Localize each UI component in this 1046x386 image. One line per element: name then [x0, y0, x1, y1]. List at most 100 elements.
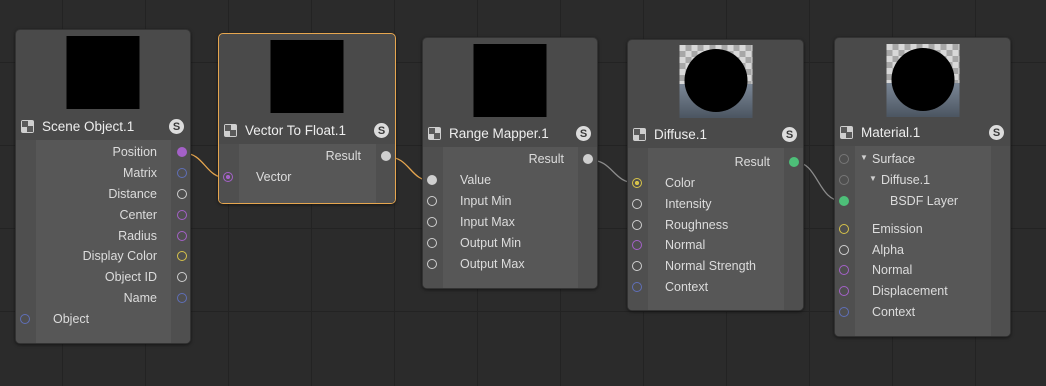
input-port-float[interactable]: [632, 220, 642, 230]
output-port-closure[interactable]: [789, 157, 799, 167]
tree-row-surface[interactable]: ▼ Surface: [835, 150, 1010, 170]
input-port-context[interactable]: [839, 307, 849, 317]
input-row-intensity: Intensity: [628, 195, 803, 215]
input-port-vector[interactable]: [632, 240, 642, 250]
input-port-color[interactable]: [839, 224, 849, 234]
tree-row-diffuse[interactable]: ▼ Diffuse.1: [835, 171, 1010, 191]
output-port-float[interactable]: [177, 189, 187, 199]
output-row-display-color: Display Color: [16, 247, 190, 267]
solo-badge-icon[interactable]: S: [576, 126, 591, 141]
port-label: Intensity: [665, 197, 712, 211]
node-type-icon: [224, 123, 237, 137]
input-port-color[interactable]: [632, 178, 642, 188]
port-label: Normal Strength: [665, 259, 757, 273]
input-port-float[interactable]: [427, 238, 437, 248]
port-label: Object: [53, 312, 90, 326]
node-body: ▼ Surface ▼ Diffuse.1 BSDF Layer Emissio…: [835, 146, 1010, 336]
preview-thumbnail: [66, 36, 140, 109]
output-port-float[interactable]: [381, 151, 391, 161]
node-body: Result Vector: [219, 144, 395, 203]
port-label: Name: [123, 291, 157, 305]
node-title: Material.1: [861, 124, 921, 140]
node-header[interactable]: Scene Object.1 S: [16, 116, 190, 136]
port-label: Result: [325, 149, 361, 163]
port-label: Context: [872, 305, 916, 319]
output-port-vector[interactable]: [177, 147, 187, 157]
input-row-roughness: Roughness: [628, 216, 803, 236]
port-label: Output Min: [460, 236, 522, 250]
input-port-float[interactable]: [427, 217, 437, 227]
input-row-input-max: Input Max: [423, 213, 597, 233]
node-header[interactable]: Material.1 S: [835, 122, 1010, 142]
node-header[interactable]: Diffuse.1 S: [628, 124, 803, 144]
port-label: Emission: [872, 222, 923, 236]
input-port-float[interactable]: [427, 196, 437, 206]
input-row-alpha: Alpha: [835, 241, 1010, 261]
preview-thumbnail: [886, 44, 959, 117]
node-body: Position Matrix Distance Center Radius D…: [16, 140, 190, 343]
input-port-float[interactable]: [632, 199, 642, 209]
output-port-matrix[interactable]: [177, 168, 187, 178]
node-type-icon: [840, 125, 853, 139]
node-scene-object[interactable]: Scene Object.1 S Position Matrix Distanc…: [15, 29, 191, 344]
port-label: Distance: [108, 187, 157, 201]
chevron-down-icon[interactable]: ▼: [869, 174, 877, 183]
tree-row-bsdf-layer[interactable]: BSDF Layer: [835, 192, 1010, 212]
node-vector-to-float[interactable]: Vector To Float.1 S Result Vector: [218, 33, 396, 204]
input-row-context: Context: [835, 303, 1010, 323]
input-row-object: Object: [16, 310, 190, 330]
input-port-context[interactable]: [632, 282, 642, 292]
port-label: Displacement: [872, 284, 948, 298]
port-label: Center: [119, 208, 157, 222]
input-port-object[interactable]: [20, 314, 30, 324]
node-body: Result Value Input Min Input Max Output …: [423, 147, 597, 288]
port-label: Roughness: [665, 218, 729, 232]
port-label: Context: [665, 280, 709, 294]
node-range-mapper[interactable]: Range Mapper.1 S Result Value Input Min …: [422, 37, 598, 289]
node-material[interactable]: Material.1 S ▼ Surface ▼ Diffuse.1 BSDF …: [834, 37, 1011, 337]
output-port-matrix[interactable]: [177, 293, 187, 303]
preview-sphere: [684, 49, 747, 112]
solo-badge-icon[interactable]: S: [374, 123, 389, 138]
node-type-icon: [633, 127, 646, 141]
input-port-float[interactable]: [839, 245, 849, 255]
preview-thumbnail: [679, 45, 752, 118]
input-row-vector: Vector: [219, 168, 395, 188]
output-row-result: Result: [423, 150, 597, 170]
output-row-position: Position: [16, 143, 190, 163]
output-row-result: Result: [219, 147, 395, 167]
node-header[interactable]: Range Mapper.1 S: [423, 123, 597, 143]
port-label: Display Color: [82, 249, 157, 263]
input-port-closure[interactable]: [839, 154, 849, 164]
preview-thumbnail: [270, 40, 344, 113]
input-port-float[interactable]: [632, 261, 642, 271]
solo-badge-icon[interactable]: S: [169, 119, 184, 134]
input-port-vector[interactable]: [839, 265, 849, 275]
input-row-color: Color: [628, 174, 803, 194]
node-diffuse[interactable]: Diffuse.1 S Result Color Intensity Rough…: [627, 39, 804, 311]
port-label: Output Max: [460, 257, 525, 271]
output-port-float[interactable]: [177, 272, 187, 282]
output-port-vector[interactable]: [177, 210, 187, 220]
input-port-float[interactable]: [427, 259, 437, 269]
input-port-float[interactable]: [427, 175, 437, 185]
port-label: Color: [665, 176, 695, 190]
input-row-context: Context: [628, 278, 803, 298]
node-header[interactable]: Vector To Float.1 S: [219, 120, 395, 140]
chevron-down-icon[interactable]: ▼: [860, 153, 868, 162]
solo-badge-icon[interactable]: S: [989, 125, 1004, 140]
output-row-center: Center: [16, 206, 190, 226]
input-port-closure[interactable]: [839, 196, 849, 206]
input-port-closure[interactable]: [839, 175, 849, 185]
input-row-normal: Normal: [835, 261, 1010, 281]
input-port-vector[interactable]: [839, 286, 849, 296]
tree-label: Surface: [872, 152, 916, 166]
output-port-color[interactable]: [177, 251, 187, 261]
preview-thumbnail: [473, 44, 547, 117]
output-port-vector[interactable]: [177, 231, 187, 241]
solo-badge-icon[interactable]: S: [782, 127, 797, 142]
input-port-vector[interactable]: [223, 172, 233, 182]
port-label: Position: [112, 145, 157, 159]
output-port-float[interactable]: [583, 154, 593, 164]
preview-sphere: [891, 48, 954, 111]
